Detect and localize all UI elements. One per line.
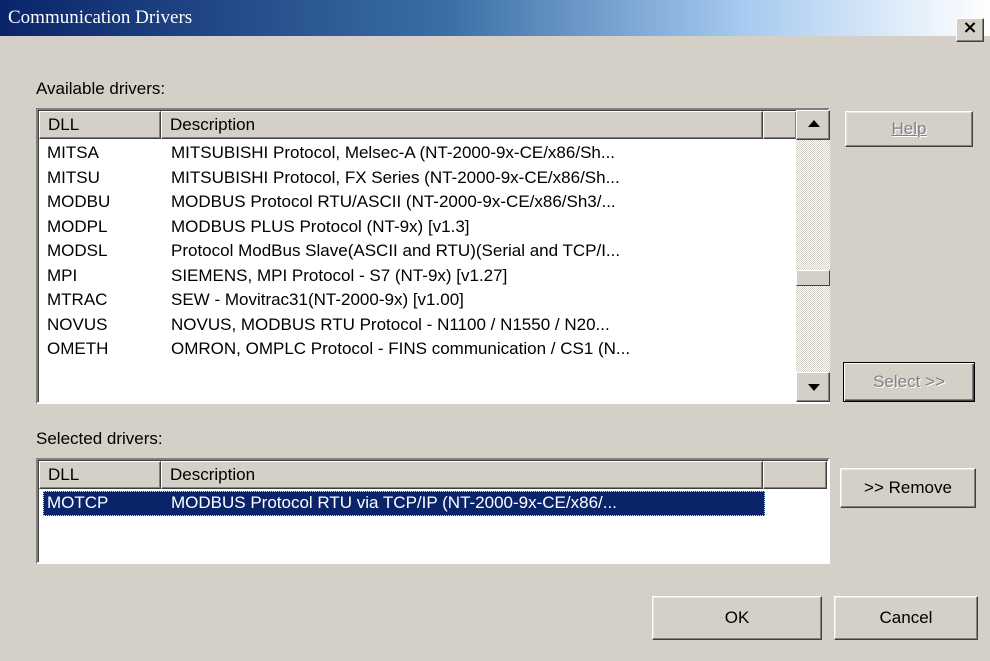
- select-button[interactable]: Select >>: [843, 362, 975, 402]
- driver-dll: MOTCP: [47, 493, 109, 512]
- column-header-description[interactable]: Description: [161, 461, 763, 489]
- driver-description: Protocol ModBus Slave(ASCII and RTU)(Ser…: [171, 241, 621, 260]
- scroll-up-button[interactable]: [796, 110, 830, 140]
- driver-dll: MPI: [47, 265, 78, 285]
- cancel-button[interactable]: Cancel: [834, 596, 978, 640]
- remove-button-label: >> Remove: [864, 478, 952, 497]
- selected-rows: MOTCP MODBUS Protocol RTU via TCP/IP (NT-…: [43, 491, 765, 516]
- driver-description: MODBUS Protocol RTU via TCP/IP (NT-2000-…: [171, 493, 617, 512]
- arrow-up-icon: [808, 120, 820, 127]
- selected-drivers-list-frame: DLL Description MOTCP MODBUS Protocol RTU…: [38, 460, 828, 562]
- available-list-header: DLL Description: [39, 111, 797, 139]
- driver-dll: NOVUS: [47, 314, 108, 334]
- driver-description: SEW - Movitrac31(NT-2000-9x) [v1.00]: [171, 290, 464, 309]
- available-drivers-list[interactable]: DLL Description MITSA MITSUBISHI Protocol…: [36, 108, 830, 404]
- driver-dll: MODBU: [47, 192, 111, 211]
- driver-dll: MODSL: [47, 241, 108, 260]
- select-button-label: Select >>: [873, 372, 945, 391]
- driver-description: NOVUS, MODBUS RTU Protocol - N1100 / N15…: [171, 314, 610, 334]
- cancel-button-label: Cancel: [879, 608, 933, 627]
- driver-description: MITSUBISHI Protocol, Melsec-A (NT-2000-9…: [171, 143, 616, 162]
- close-icon: ×: [962, 17, 978, 38]
- column-header-empty[interactable]: [763, 461, 827, 489]
- driver-description: MODBUS Protocol RTU/ASCII (NT-2000-9x-CE…: [171, 192, 616, 211]
- selected-drivers-label: Selected drivers:: [36, 429, 163, 448]
- ok-button-label: OK: [724, 608, 750, 627]
- communication-drivers-dialog: Communication Drivers × Available driver…: [0, 0, 990, 661]
- available-list-scrollbar[interactable]: [796, 110, 830, 402]
- selected-list-header: DLL Description: [39, 461, 827, 489]
- ok-button[interactable]: OK: [652, 596, 822, 640]
- window-title: Communication Drivers: [8, 7, 193, 28]
- column-header-description[interactable]: Description: [161, 111, 763, 139]
- driver-dll: MTRAC: [47, 290, 108, 309]
- remove-button[interactable]: >> Remove: [840, 468, 976, 508]
- help-button[interactable]: Help: [845, 111, 973, 147]
- driver-description: OMRON, OMPLC Protocol - FINS communicati…: [171, 339, 631, 358]
- driver-description: MITSUBISHI Protocol, FX Series (NT-2000-…: [171, 167, 620, 187]
- column-header-dll[interactable]: DLL: [39, 461, 161, 489]
- driver-dll: MODPL: [47, 216, 108, 236]
- scroll-down-button[interactable]: [796, 372, 830, 402]
- driver-dll: MITSA: [47, 143, 99, 162]
- column-header-empty[interactable]: [763, 111, 797, 139]
- driver-description: MODBUS PLUS Protocol (NT-9x) [v1.3]: [171, 216, 470, 236]
- title-bar[interactable]: Communication Drivers ×: [0, 0, 990, 42]
- selected-drivers-list[interactable]: DLL Description MOTCP MODBUS Protocol RTU…: [36, 458, 830, 564]
- scroll-thumb[interactable]: [796, 269, 830, 286]
- help-button-label: Help: [891, 119, 927, 138]
- driver-dll: OMETH: [47, 339, 109, 358]
- available-drivers-label: Available drivers:: [36, 79, 166, 98]
- close-button[interactable]: ×: [956, 17, 984, 42]
- driver-dll: MITSU: [47, 167, 100, 187]
- list-item[interactable]: MOTCP MODBUS Protocol RTU via TCP/IP (NT-…: [43, 491, 765, 516]
- available-drivers-list-frame: DLL Description MITSA MITSUBISHI Protocol…: [38, 110, 828, 402]
- arrow-down-icon: [808, 384, 820, 391]
- driver-description: SIEMENS, MPI Protocol - S7 (NT-9x) [v1.2…: [171, 265, 508, 285]
- column-header-dll[interactable]: DLL: [39, 111, 161, 139]
